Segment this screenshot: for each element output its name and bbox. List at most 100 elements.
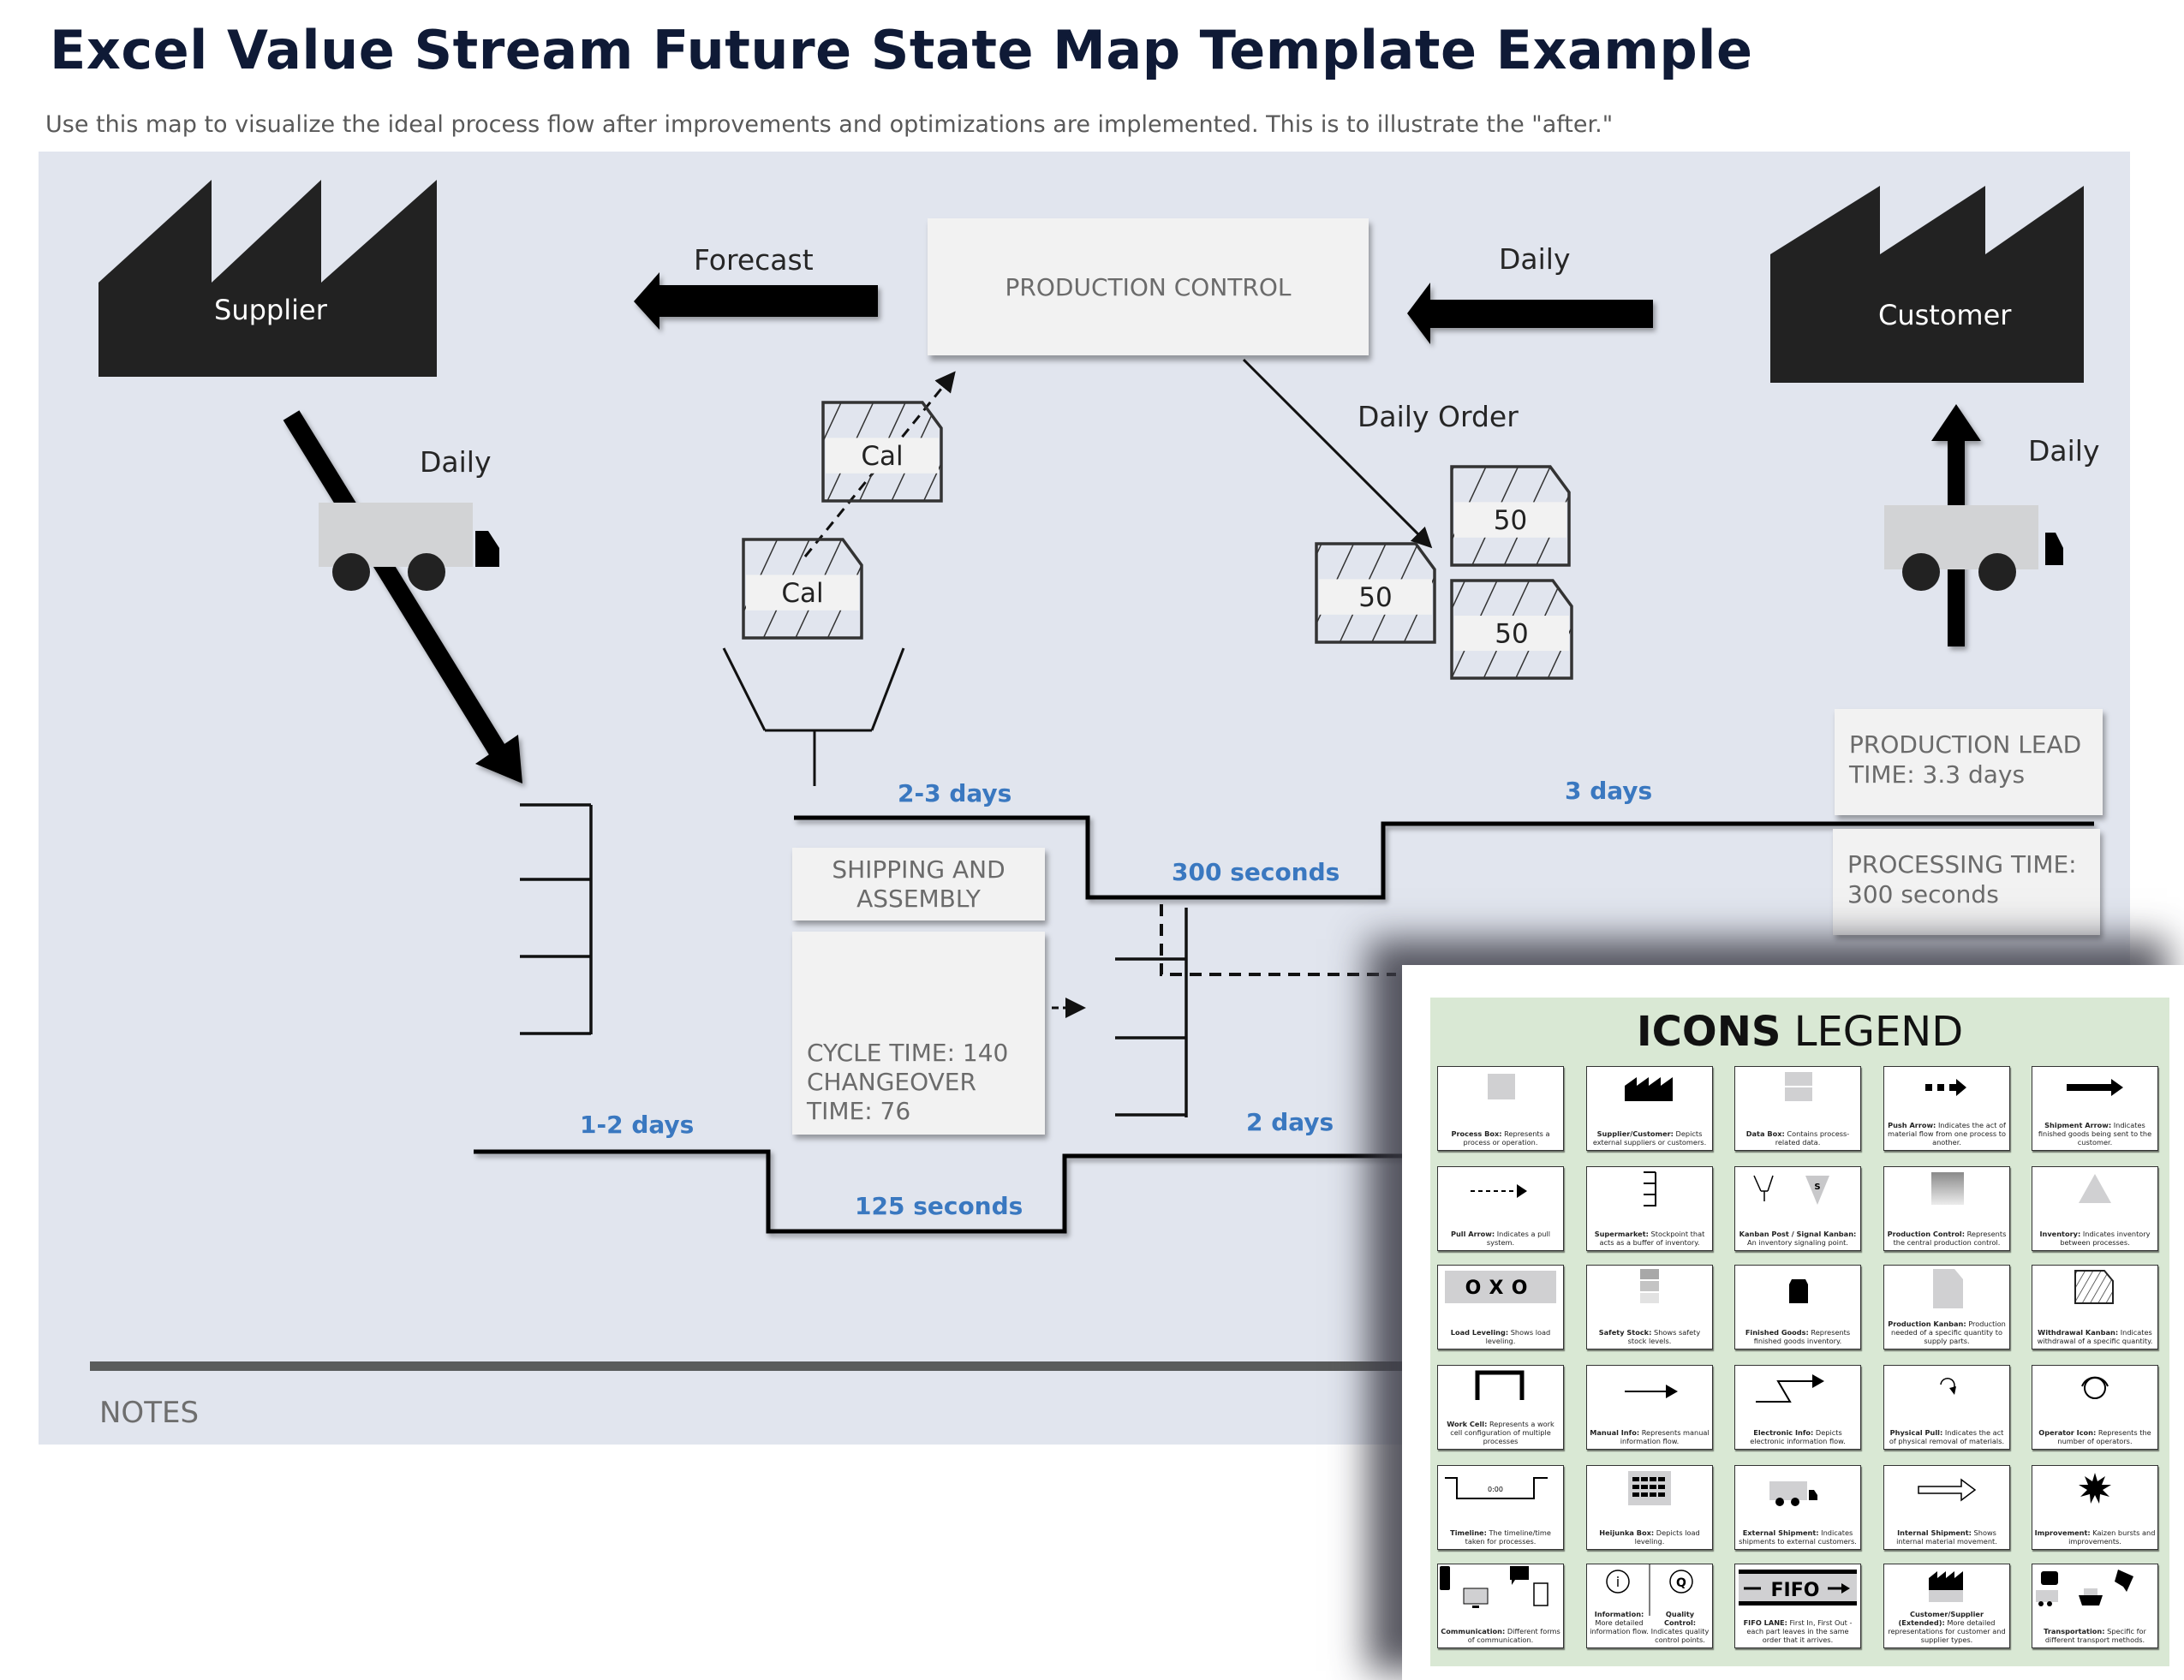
timeline-icon: 0:00 xyxy=(1445,1477,1548,1499)
operator-icon xyxy=(2081,1376,2109,1399)
timeline-label: 2-3 days xyxy=(898,779,1012,807)
customer-truck-icon xyxy=(1884,505,2063,591)
legend-item-kaizen-burst: Improvement: Kaizen bursts and improveme… xyxy=(2032,1465,2158,1550)
daily-order-line xyxy=(1242,358,1433,549)
legend-item-caption: Supplier/Customer: Depicts external supp… xyxy=(1592,1129,1707,1147)
timeline-label: 300 seconds xyxy=(1172,858,1340,886)
production-control-box: PRODUCTION CONTROL xyxy=(928,218,1369,355)
kanban-quantity: Cal xyxy=(861,441,903,472)
legend-item-information: i Q Information: More detailed information … xyxy=(1586,1564,1713,1648)
transportation-icon xyxy=(2036,1570,2133,1606)
legend-item-caption: Work Cell: Represents a work cell config… xyxy=(1447,1420,1554,1445)
process-box: SHIPPING AND ASSEMBLY xyxy=(792,848,1045,920)
timeline-label: 125 seconds xyxy=(855,1192,1023,1220)
factory-extended-icon xyxy=(1929,1571,1963,1602)
svg-text:i: i xyxy=(1616,1574,1620,1590)
legend-item-caption: Physical Pull: Indicates the act of phys… xyxy=(1889,1428,2005,1445)
push-arrow-icon xyxy=(1925,1079,1966,1096)
legend-item-finished-goods: Finished Goods: Represents finished good… xyxy=(1734,1265,1861,1349)
legend-item-caption: Timeline: The timeline/time taken for pr… xyxy=(1450,1528,1551,1546)
legend-item-withdrawal-kanban: Withdrawal Kanban: Indicates withdrawal … xyxy=(2032,1265,2158,1349)
pull-arrow-icon xyxy=(1471,1184,1527,1198)
legend-item-caption: Transportation: Specific for different t… xyxy=(2044,1627,2146,1644)
processing-time-value: PROCESSING TIME: 300 seconds xyxy=(1847,850,2077,909)
electronic-info-icon xyxy=(1756,1374,1824,1403)
legend-item-caption: Push Arrow: Indicates the act of materia… xyxy=(1887,1121,2007,1147)
legend-item-caption: Heijunka Box: Depicts load leveling. xyxy=(1599,1528,1700,1546)
legend-item-caption: Withdrawal Kanban: Indicates withdrawal … xyxy=(2037,1328,2153,1345)
svg-text:Q: Q xyxy=(1676,1576,1686,1590)
supermarket-icon xyxy=(1115,908,1188,1117)
page-title: Excel Value Stream Future State Map Temp… xyxy=(50,19,1753,81)
customer-shipment-frequency-label: Daily xyxy=(2028,434,2100,468)
legend-item-data-box: Data Box: Contains process-related data. xyxy=(1734,1066,1861,1151)
legend-item-factory: Supplier/Customer: Depicts external supp… xyxy=(1586,1066,1713,1151)
notes-divider xyxy=(90,1361,1426,1371)
svg-text:OXO: OXO xyxy=(1465,1278,1537,1299)
legend-item-manual-info: Manual Info: Represents manual informati… xyxy=(1586,1365,1713,1450)
processing-time-box: PROCESSING TIME: 300 seconds xyxy=(1833,829,2100,935)
kanban-post-icon xyxy=(722,647,905,786)
load-leveling-icon: OXO xyxy=(1445,1271,1556,1303)
legend-item-caption: Safety Stock: Shows safety stock levels. xyxy=(1598,1328,1701,1345)
finished-goods-icon xyxy=(1789,1279,1808,1303)
legend-item-timeline: 0:00 Timeline: The timeline/time taken fo… xyxy=(1437,1465,1564,1550)
work-cell-icon xyxy=(1475,1370,1525,1400)
kaizen-burst-icon xyxy=(2079,1473,2111,1504)
kanban-quantity: 50 xyxy=(1495,619,1528,650)
supplier-truck-icon xyxy=(319,503,499,591)
supplier-label: Supplier xyxy=(214,294,327,326)
timeline-label: 2 days xyxy=(1246,1108,1334,1136)
legend-item-caption: FIFO LANE: First In, First Out - each pa… xyxy=(1743,1618,1853,1644)
legend-item-safety-stock: Safety Stock: Shows safety stock levels. xyxy=(1586,1265,1713,1349)
production-kanban-icon: 50 xyxy=(1450,579,1573,680)
legend-item-caption: Improvement: Kaizen bursts and improveme… xyxy=(2034,1528,2156,1546)
legend-item-caption: Electronic Info: Depicts electronic info… xyxy=(1750,1428,1846,1445)
legend-item-caption: Information: More detailed information fl… xyxy=(1590,1610,1710,1644)
data-box-icon xyxy=(1785,1072,1812,1101)
production-control-icon xyxy=(1931,1172,1964,1205)
page-subtitle: Use this map to visualize the ideal proc… xyxy=(45,111,1614,138)
legend-item-production-control: Production Control: Represents the centr… xyxy=(1883,1166,2010,1251)
safety-stock-icon xyxy=(1640,1269,1659,1303)
supermarket-icon xyxy=(1644,1171,1656,1206)
svg-text:FIFO: FIFO xyxy=(1771,1580,1820,1601)
timeline-label: 1-2 days xyxy=(580,1111,695,1139)
legend-item-factory-extended: Customer/Supplier (Extended): More detai… xyxy=(1883,1564,2010,1648)
legend-item-caption: External Shipment: Indicates shipments t… xyxy=(1739,1528,1857,1546)
icons-legend: ICONS LEGEND Process Box: Represents a p… xyxy=(1430,998,2169,1666)
legend-item-transportation: Transportation: Specific for different t… xyxy=(2032,1564,2158,1648)
supermarket-icon xyxy=(520,803,593,1035)
customer-order-arrow-icon xyxy=(1407,283,1653,344)
legend-title-bold: ICONS xyxy=(1636,1008,1781,1056)
legend-title-regular: LEGEND xyxy=(1781,1008,1964,1056)
legend-item-process-box: Process Box: Represents a process or ope… xyxy=(1437,1066,1564,1151)
legend-item-supermarket: Supermarket: Stockpoint that acts as a b… xyxy=(1586,1166,1713,1251)
production-kanban-icon: 50 xyxy=(1450,465,1571,567)
legend-item-caption: Production Kanban: Production needed of … xyxy=(1888,1320,2006,1345)
withdrawal-kanban-icon xyxy=(2074,1270,2114,1304)
lead-time-box: PRODUCTION LEAD TIME: 3.3 days xyxy=(1835,709,2103,815)
kanban-quantity: 50 xyxy=(1494,505,1527,536)
legend-item-fifo: FIFO FIFO LANE: First In, First Out - eac… xyxy=(1734,1564,1861,1648)
production-kanban-icon: 50 xyxy=(1315,542,1436,644)
kanban-quantity: 50 xyxy=(1358,582,1392,613)
legend-item-caption: Load Leveling: Shows load leveling. xyxy=(1450,1328,1551,1345)
legend-item-operator: Operator Icon: Represents the number of … xyxy=(2032,1365,2158,1450)
supplier-shipment-frequency-label: Daily xyxy=(420,445,492,479)
heijunka-icon xyxy=(1628,1471,1671,1505)
withdrawal-kanban-icon: Cal xyxy=(821,401,943,503)
production-kanban-icon xyxy=(1933,1269,1963,1308)
legend-item-caption: Finished Goods: Represents finished good… xyxy=(1745,1328,1851,1345)
legend-item-inventory: Inventory: Indicates inventory between p… xyxy=(2032,1166,2158,1251)
legend-item-caption: Production Control: Represents the centr… xyxy=(1887,1230,2007,1247)
process-data-box: CYCLE TIME: 140 CHANGEOVER TIME: 76 xyxy=(792,932,1045,1135)
process-data: CYCLE TIME: 140 CHANGEOVER TIME: 76 xyxy=(807,1039,1009,1125)
internal-shipment-icon xyxy=(1918,1478,1977,1502)
legend-item-caption: Internal Shipment: Shows internal materi… xyxy=(1896,1528,1997,1546)
legend-item-caption: Communication: Different forms of commun… xyxy=(1441,1627,1560,1644)
process-box-icon xyxy=(1488,1074,1515,1099)
legend-item-communication: Communication: Different forms of commun… xyxy=(1437,1564,1564,1648)
daily-order-label: Daily Order xyxy=(1358,400,1519,433)
legend-item-production-kanban: Production Kanban: Production needed of … xyxy=(1883,1265,2010,1349)
